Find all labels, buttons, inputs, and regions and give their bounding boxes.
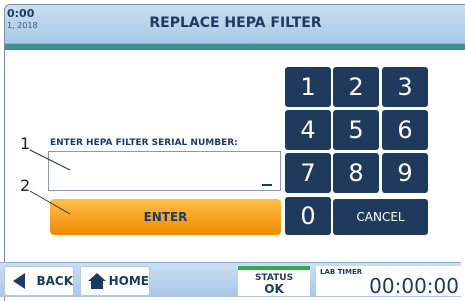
back-arrow-icon [13, 273, 25, 289]
keypad-key-8[interactable]: 8 [333, 153, 379, 193]
keypad-key-6[interactable]: 6 [382, 110, 428, 150]
callout-line-1 [29, 149, 71, 171]
lab-timer-value: 00:00:00 [369, 274, 459, 298]
callout-line-2 [29, 190, 71, 215]
status-value: OK [264, 282, 284, 296]
keypad-key-5[interactable]: 5 [333, 110, 379, 150]
home-label: HOME [108, 274, 149, 288]
lab-timer[interactable]: LAB TIMER 00:00:00 [316, 266, 461, 298]
lab-timer-label: LAB TIMER [320, 268, 363, 276]
callout-lines [29, 149, 71, 215]
back-label: BACK [36, 274, 73, 288]
status-indicator: STATUS OK [238, 266, 310, 296]
keypad-key-7[interactable]: 7 [285, 153, 331, 193]
cancel-button[interactable]: CANCEL [333, 199, 428, 235]
home-icon [88, 273, 106, 289]
keypad-key-0[interactable]: 0 [285, 197, 331, 235]
home-button[interactable]: HOME [80, 266, 150, 296]
keypad-key-4[interactable]: 4 [285, 110, 331, 150]
keypad-key-2[interactable]: 2 [333, 67, 379, 107]
back-button[interactable]: BACK [4, 266, 74, 296]
keypad-key-9[interactable]: 9 [382, 153, 428, 193]
keypad-key-3[interactable]: 3 [382, 67, 428, 107]
keypad-key-1[interactable]: 1 [285, 67, 331, 107]
